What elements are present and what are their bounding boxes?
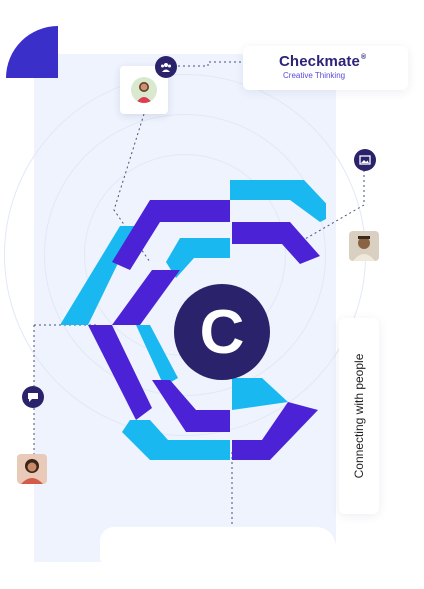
decorative-blob <box>100 527 336 567</box>
chat-bubble-icon[interactable] <box>22 386 44 408</box>
connector-line <box>178 61 242 67</box>
checkmate-logo-mark: C <box>60 180 326 460</box>
avatar-woman <box>17 454 47 484</box>
avatar <box>131 77 157 103</box>
brand-name: Checkmate® <box>279 53 366 70</box>
svg-text:C: C <box>200 298 245 367</box>
registered-mark: ® <box>360 54 367 61</box>
brand-name-text: Checkmate <box>279 53 360 70</box>
tagline-text: Connecting with people <box>352 353 366 479</box>
avatar-man <box>349 231 379 261</box>
group-icon[interactable] <box>155 56 177 78</box>
brand-card: Checkmate® Creative Thinking <box>243 46 408 90</box>
gallery-icon[interactable] <box>354 149 376 171</box>
brand-tagline: Creative Thinking <box>283 71 346 80</box>
tagline-tab: Connecting with people <box>339 318 379 514</box>
